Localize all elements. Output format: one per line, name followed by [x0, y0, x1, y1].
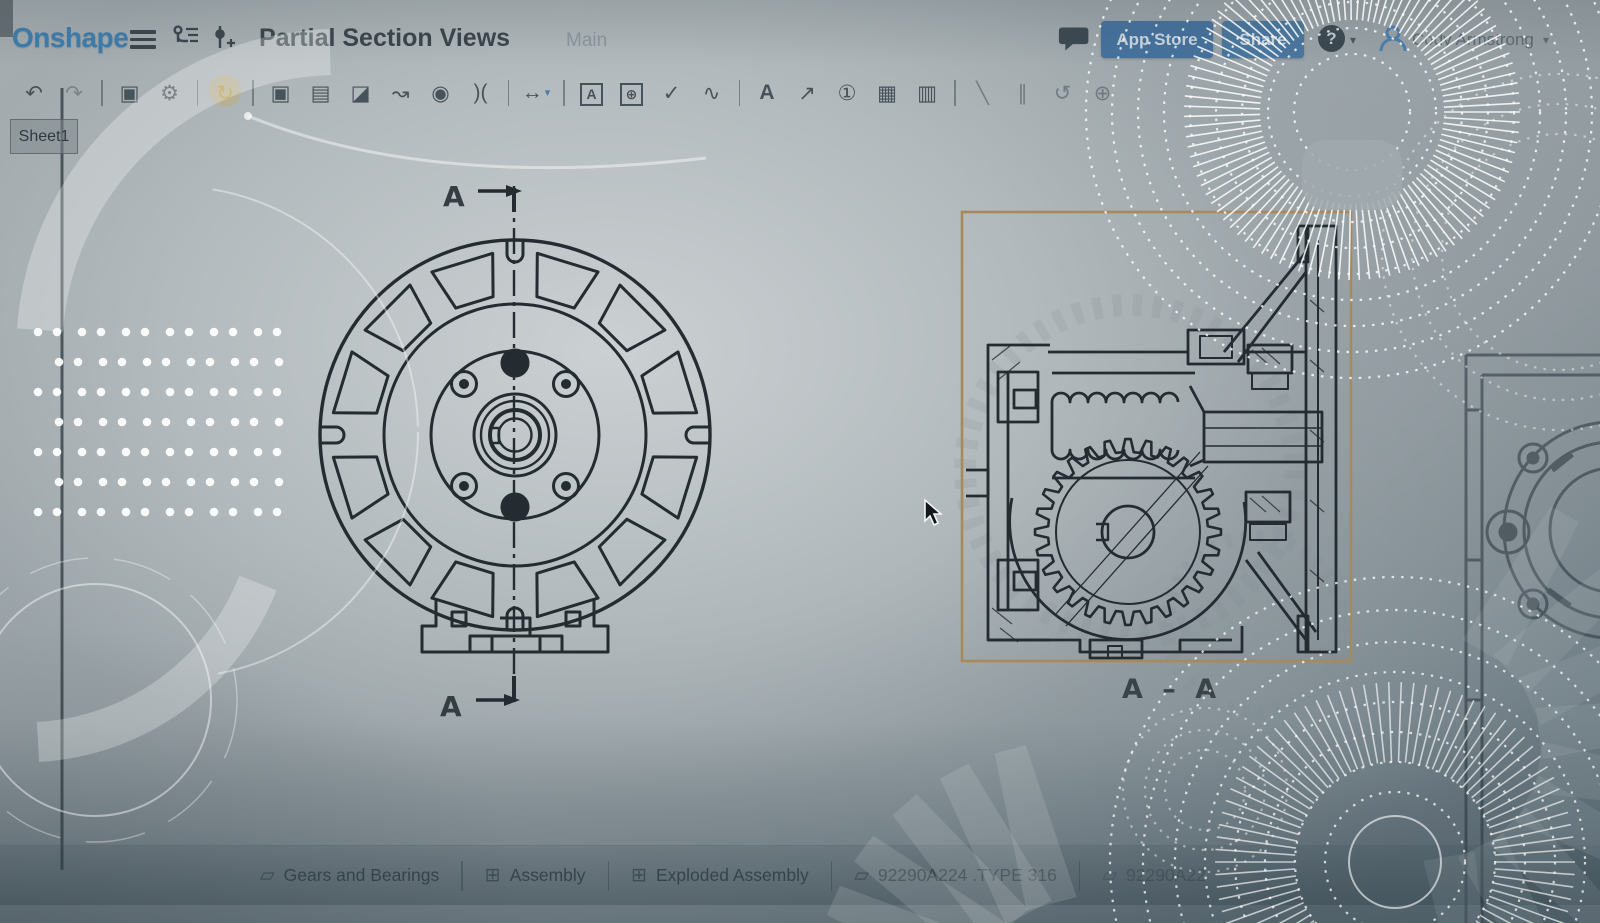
rim-slot — [599, 519, 665, 585]
assembly-icon: ⊞ — [485, 864, 501, 887]
update-views-icon[interactable]: ↻ — [205, 81, 245, 106]
share-button[interactable]: Share — [1222, 21, 1304, 58]
onshape-logo[interactable]: Onshape — [12, 22, 128, 54]
rim-slot — [365, 285, 431, 351]
versions-icon[interactable] — [172, 24, 202, 50]
tab-92290a224-type-316[interactable]: ▱ 92290A224 .TYPE 316 — [832, 846, 1079, 905]
tab-gears-and-bearings[interactable]: ▱ Gears and Bearings — [238, 846, 461, 905]
rim-slot — [432, 562, 493, 617]
toolbar-divider — [252, 80, 254, 106]
section-view-icon[interactable]: ◪ — [341, 81, 381, 106]
tab-label: Exploded Assembly — [656, 865, 809, 886]
note-icon[interactable]: A — [747, 81, 787, 105]
wrench-icon[interactable]: ⚙ — [150, 81, 190, 106]
section-view[interactable] — [966, 226, 1336, 658]
toolbar-divider — [563, 80, 565, 106]
undo-icon[interactable]: ↶ — [14, 81, 54, 106]
toolbar-divider — [508, 80, 510, 106]
follow-mode-icon[interactable] — [212, 24, 238, 52]
inspection-icon[interactable]: ① — [827, 81, 867, 106]
part-studio-icon: ▱ — [1102, 864, 1117, 887]
table-icon[interactable]: ▦ — [867, 81, 907, 106]
help-caret-icon[interactable]: ▾ — [1350, 33, 1356, 47]
section-arrow-top-label: A — [443, 180, 465, 213]
help-icon[interactable]: ? — [1318, 25, 1345, 52]
toolbar-divider — [101, 80, 103, 106]
rim-slot — [642, 352, 697, 413]
tab-label: Assembly — [510, 865, 586, 886]
drawing-sheet: A A — [0, 0, 1600, 923]
rim-slot — [537, 253, 598, 308]
rim-slot — [333, 352, 388, 413]
front-view[interactable]: A A — [320, 180, 710, 723]
rim-slot — [599, 285, 665, 351]
tab-label: 92290A22 — [1126, 865, 1206, 886]
user-name[interactable]: Cody Armstrong — [1412, 30, 1534, 50]
center-mark-icon[interactable]: ⊕ — [1083, 81, 1123, 106]
part-studio-icon: ▱ — [854, 864, 869, 887]
datum-icon[interactable]: A — [572, 81, 612, 106]
dimension-icon[interactable]: ↔▾ — [516, 81, 556, 105]
main-menu-icon[interactable] — [130, 26, 156, 53]
tab-label: Gears and Bearings — [284, 865, 440, 886]
sheet-layout-icon[interactable]: ▤ — [301, 81, 341, 106]
tab-92290a22[interactable]: ▱ 92290A22 — [1080, 846, 1227, 905]
part-studio-icon: ▱ — [260, 864, 275, 887]
circle-icon[interactable]: ↺ — [1043, 81, 1083, 106]
rim-slot — [333, 457, 388, 518]
section-arrow-bottom-label: A — [440, 690, 462, 723]
callout-icon[interactable]: ↗ — [787, 81, 827, 106]
rim-slot — [365, 519, 431, 585]
toolbar-divider — [197, 80, 199, 106]
rim-slot — [537, 562, 598, 617]
workspace-name: Main — [566, 30, 607, 52]
geometric-tolerance-icon[interactable]: ⊕ — [612, 81, 652, 106]
assembly-icon: ⊞ — [631, 864, 647, 887]
toolbar-divider — [954, 80, 956, 106]
document-tab-bar: ▱ Gears and Bearings ⊞ Assembly ⊞ Exploded As… — [0, 845, 1600, 905]
section-view-label: A – A — [1122, 674, 1221, 705]
auxiliary-view-icon[interactable]: ◉ — [421, 81, 461, 106]
toolbar-divider — [739, 80, 741, 106]
user-menu-caret-icon[interactable]: ▾ — [1543, 33, 1549, 47]
insert-view-icon[interactable]: ▣ — [261, 81, 301, 106]
tab-exploded-assembly[interactable]: ⊞ Exploded Assembly — [609, 846, 831, 905]
line-icon[interactable]: ╲ — [963, 81, 1003, 106]
surface-finish-icon[interactable]: ✓ — [652, 81, 692, 106]
tab-assembly[interactable]: ⊞ Assembly — [463, 846, 608, 905]
worm-thread-top — [1052, 393, 1178, 402]
break-view-icon[interactable]: )( — [461, 81, 501, 105]
projected-view-icon[interactable]: ↝ — [381, 81, 421, 106]
rim-slot — [642, 457, 697, 518]
bom-table-icon[interactable]: ▥ — [907, 81, 947, 106]
edge-partial-view[interactable] — [1466, 355, 1600, 923]
hatch-icon[interactable]: ∥ — [1003, 81, 1043, 106]
document-title: Partial Section Views — [259, 24, 510, 53]
rim-slot — [432, 253, 493, 308]
drawing-toolbar: ↶↷▣⚙↻▣▤◪↝◉)(↔▾A⊕✓∿A↗①▦▥╲∥↺⊕ — [14, 72, 1123, 114]
app-header: Onshape Partial Section Views Main App S… — [0, 0, 1600, 68]
tab-label: 92290A224 .TYPE 316 — [878, 865, 1057, 886]
app-store-button[interactable]: App Store — [1101, 21, 1213, 58]
view-cube-icon[interactable]: ▣ — [110, 81, 150, 106]
comment-icon[interactable] — [1058, 22, 1092, 54]
redo-icon[interactable]: ↷ — [54, 81, 94, 106]
bolt-holes — [452, 372, 579, 499]
sheet-tab[interactable]: Sheet1 — [10, 119, 78, 154]
user-avatar-icon[interactable] — [1378, 24, 1408, 54]
weld-symbol-icon[interactable]: ∿ — [692, 81, 732, 106]
